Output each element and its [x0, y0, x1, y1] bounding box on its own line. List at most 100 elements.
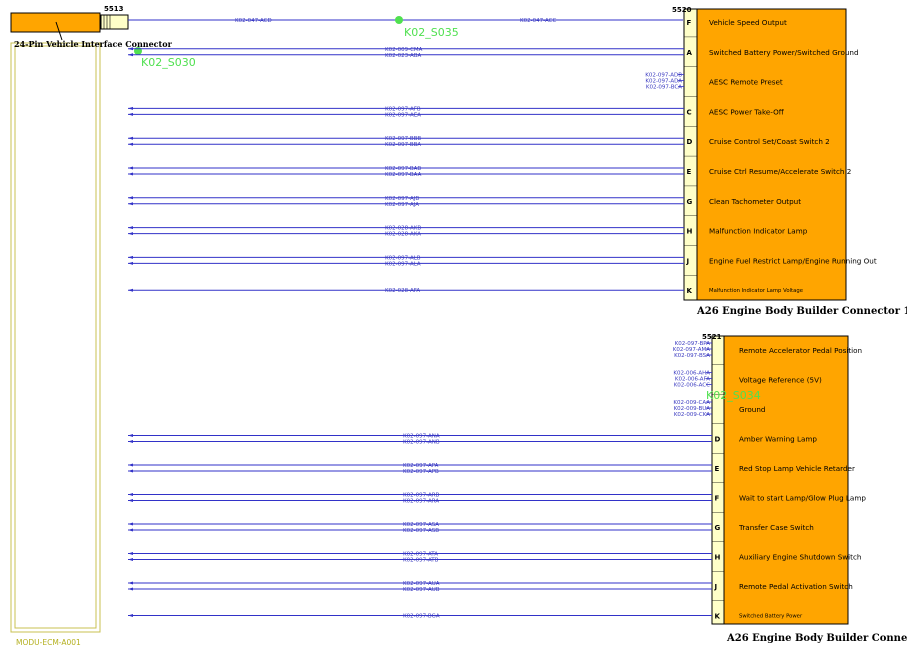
pin-letter: J — [686, 257, 690, 265]
splice-s035-dot[interactable] — [395, 16, 403, 24]
pin-name: Ground — [739, 405, 765, 414]
connector-2-number: 5521 — [702, 333, 722, 341]
wire-end-arrow — [128, 136, 133, 140]
wire-end-arrow — [128, 166, 133, 170]
wire-label: K02-097-ASB — [403, 528, 439, 534]
pin-name: Cruise Control Set/Coast Switch 2 — [709, 137, 830, 146]
wire-end-arrow — [128, 202, 133, 206]
pin-name: Voltage Reference (5V) — [739, 376, 822, 385]
wire-end-arrow — [128, 469, 133, 473]
pin-name: Malfunction Indicator Lamp — [709, 227, 808, 236]
pin-letter: E — [687, 168, 692, 176]
wire-end-arrow — [128, 528, 133, 532]
wire-end-arrow — [128, 434, 133, 437]
wire-label: K02-097-BCA — [646, 85, 682, 91]
pin-letter: D — [687, 138, 693, 146]
wire-end-arrow — [128, 255, 133, 259]
wire-label: K02-097-ANB — [403, 440, 440, 446]
vehicle-connector-title: 24-Pin Vehicle Interface Connector — [14, 39, 173, 49]
ecm-module[interactable] — [10, 42, 101, 633]
pin-letter: E — [715, 465, 720, 473]
wire-label: K02-097-BBA — [385, 142, 421, 148]
splice-s030-dot[interactable] — [134, 47, 142, 55]
wire-end-arrow — [128, 172, 133, 176]
wire-end-arrow — [128, 196, 133, 200]
wire-label: K02-097-ATB — [403, 558, 439, 564]
wire-end-arrow — [128, 463, 133, 467]
pin-letter: F — [715, 495, 720, 503]
pin-letter: H — [715, 554, 721, 562]
wire-label: K02-006-ACC — [674, 383, 710, 389]
pin-name: Cruise Ctrl Resume/Accelerate Switch 2 — [709, 167, 851, 176]
pin-letter: H — [687, 228, 693, 236]
wire-end-arrow — [128, 614, 133, 617]
pin-name: AESC Power Take-Off — [709, 107, 785, 116]
pin-name: Switched Battery Power/Switched Ground — [709, 48, 859, 57]
pin-name: Amber Warning Lamp — [739, 435, 817, 444]
wire-label: K02-028-AFA — [385, 288, 420, 294]
pin-letter: F — [687, 19, 692, 27]
connector-1-title: A26 Engine Body Builder Connector 1 — [696, 306, 907, 317]
wire-end-arrow — [128, 226, 133, 230]
pin-name: Remote Accelerator Pedal Position — [739, 346, 862, 355]
wire-end-arrow — [128, 587, 133, 591]
wire-end-arrow — [128, 288, 133, 292]
wire-end-arrow — [128, 522, 133, 526]
wire-end-arrow — [128, 142, 133, 146]
pin-name: Clean Tachometer Output — [709, 197, 801, 206]
splice-s035-label: K02_S035 — [404, 26, 459, 39]
wire-label: K02-097-AUB — [403, 587, 440, 593]
wire-label: K02-097-BGA — [403, 614, 440, 620]
connector-1-number: 5520 — [672, 6, 692, 14]
wire-label: K02-097-AEA — [385, 112, 421, 118]
pin-name: Switched Battery Power — [739, 614, 803, 620]
splice-s030-label: K02_S030 — [141, 56, 196, 69]
pin-letter: J — [714, 583, 718, 591]
pin-name: Wait to start Lamp/Glow Plug Lamp — [739, 494, 866, 503]
wire-end-arrow — [128, 558, 133, 561]
pin-name: Remote Pedal Activation Switch — [739, 582, 853, 591]
wire-label: K02-097-BSA — [674, 353, 710, 359]
wire-label-acc: K02-047-ACC — [520, 18, 556, 24]
vehicle-interface-connector[interactable] — [10, 12, 129, 41]
pin-letter: K — [687, 287, 693, 295]
wire-label: K02-028-AKA — [385, 232, 421, 238]
wire-end-arrow — [128, 232, 133, 236]
wire-end-arrow — [128, 581, 133, 585]
wire-label: K02-097-BAA — [385, 172, 422, 178]
pin-row[interactable]: G Transfer Case SwitchK02-097-ASAK02-097-… — [128, 512, 814, 534]
wire-end-arrow — [128, 499, 133, 502]
connector-2-title: A26 Engine Body Builder Connector 2 — [726, 633, 907, 644]
splice-s034-label: K02_S034 — [706, 389, 761, 402]
wire-end-arrow — [128, 493, 133, 496]
pin-letter: C — [687, 108, 692, 116]
pin-letter: K — [715, 613, 721, 621]
pin-letter: G — [715, 524, 721, 532]
wire-label-acd: K02-047-ACD — [235, 18, 272, 24]
pin-letter: D — [715, 436, 721, 444]
pin-name: AESC Remote Preset — [709, 78, 783, 87]
pin-name: Malfunction Indicator Lamp Voltage — [709, 288, 803, 294]
pin-letter: G — [687, 198, 693, 206]
wire-end-arrow — [128, 106, 133, 110]
pin-name: Red Stop Lamp Vehicle Retarder — [739, 464, 855, 473]
wire-label: K02-097-ALA — [385, 261, 421, 267]
vehicle-connector-number: 5513 — [104, 5, 124, 13]
wire-label: K02-097-AJA — [385, 202, 419, 208]
pin-name: Auxiliary Engine Shutdown Switch — [739, 553, 861, 562]
wire-label: K02-097-APB — [403, 469, 439, 475]
pin-name: Vehicle Speed Output — [709, 18, 787, 27]
module-label: MODU-ECM-A001 — [16, 638, 81, 647]
pin-name: Engine Fuel Restrict Lamp/Engine Running… — [709, 256, 877, 265]
wire-end-arrow — [128, 261, 133, 265]
wire-label: K02-009-CKA — [674, 412, 710, 418]
wire-end-arrow — [128, 552, 133, 555]
wire-end-arrow — [128, 112, 133, 116]
wire-label: K02-097-ARA — [403, 499, 439, 505]
pin-name: Transfer Case Switch — [738, 523, 814, 532]
wire-end-arrow — [128, 440, 133, 443]
pin-letter: A — [687, 49, 693, 57]
pin-row[interactable]: K Switched Battery Power K02-097-BGA — [128, 600, 803, 621]
wire-end-arrow — [128, 53, 133, 57]
wire-label: K02-023-ABA — [385, 53, 421, 59]
